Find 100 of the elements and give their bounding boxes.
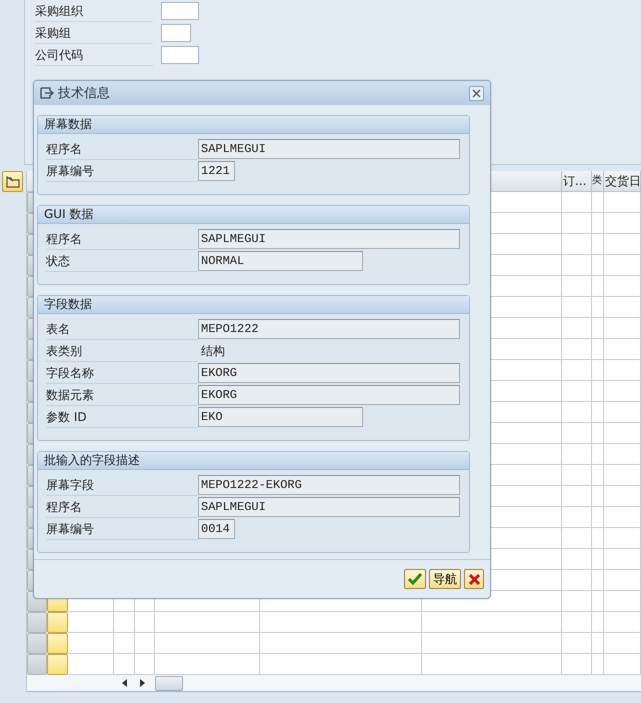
table-cell: [562, 423, 592, 444]
folder-icon: [6, 176, 20, 188]
field-label: 公司代码: [35, 44, 153, 66]
table-cell: [562, 255, 592, 276]
table-cell: [604, 570, 641, 591]
table-cell: [562, 192, 592, 213]
table-cell: [604, 507, 641, 528]
input-field[interactable]: [161, 46, 199, 64]
field-label: 采购组织: [35, 0, 153, 22]
table-cell: [592, 192, 604, 213]
table-cell: [604, 486, 641, 507]
table-cell: [604, 213, 641, 234]
input-field[interactable]: [161, 2, 199, 20]
table-cell: [604, 339, 641, 360]
table-cell: [562, 234, 592, 255]
table-cell: [135, 612, 155, 633]
close-icon: [472, 88, 481, 98]
input-field[interactable]: EKORG: [198, 385, 460, 405]
table-cell: [592, 612, 604, 633]
table-cell: [562, 570, 592, 591]
table-cell: [604, 633, 641, 654]
table-cell: [592, 486, 604, 507]
input-field[interactable]: 0014: [198, 519, 235, 539]
table-cell: [562, 633, 592, 654]
table-cell: [562, 297, 592, 318]
table-cell: [592, 276, 604, 297]
table-cell: [114, 633, 135, 654]
table-cell: [592, 465, 604, 486]
table-cell: [562, 591, 592, 612]
input-field[interactable]: [161, 24, 191, 42]
field-value: 结构: [200, 342, 225, 360]
table-cell: [592, 570, 604, 591]
table-cell: [604, 444, 641, 465]
table-cell: [604, 192, 641, 213]
input-field[interactable]: SAPLMEGUI: [198, 229, 460, 249]
right-arrow-icon: [140, 679, 144, 687]
table-cell: [592, 444, 604, 465]
table-cell: [562, 465, 592, 486]
input-field[interactable]: SAPLMEGUI: [198, 139, 460, 159]
table-cell: [68, 612, 114, 633]
folder-button[interactable]: [2, 171, 23, 192]
row-selector[interactable]: [27, 633, 47, 654]
table-cell: [562, 213, 592, 234]
row-selector[interactable]: [27, 612, 47, 633]
dialog-title: 技术信息: [58, 85, 111, 102]
table-cell: [562, 507, 592, 528]
input-field[interactable]: 1221: [198, 161, 235, 181]
table-cell: [562, 612, 592, 633]
table-cell: [592, 633, 604, 654]
table-cell: [592, 549, 604, 570]
input-field[interactable]: MEPO1222: [198, 319, 460, 339]
table-cell: [604, 528, 641, 549]
field-label: 表类别: [46, 340, 198, 362]
scrollbar-thumb[interactable]: [155, 676, 183, 690]
table-cell: [604, 465, 641, 486]
group-title: 批输入的字段描述: [38, 452, 469, 470]
group-title: 屏幕数据: [38, 116, 469, 134]
input-field[interactable]: EKO: [198, 407, 363, 427]
table-cell: [562, 528, 592, 549]
table-cell[interactable]: [47, 612, 68, 633]
table-cell: [592, 255, 604, 276]
table-cell: [604, 549, 641, 570]
table-cell[interactable]: [47, 633, 68, 654]
table-cell: [592, 423, 604, 444]
table-cell: [68, 633, 114, 654]
close-button[interactable]: [469, 86, 484, 100]
scroll-right-button[interactable]: [137, 676, 147, 690]
row-selector[interactable]: [27, 654, 47, 675]
column-header[interactable]: 类: [592, 171, 604, 192]
column-header[interactable]: 订...: [562, 171, 592, 192]
check-icon: [408, 573, 422, 585]
table-cell: [562, 381, 592, 402]
input-field[interactable]: SAPLMEGUI: [198, 497, 460, 517]
table-cell: [592, 591, 604, 612]
group-title: 字段数据: [38, 296, 469, 314]
table-cell: [562, 339, 592, 360]
table-cell: [562, 486, 592, 507]
table-cell[interactable]: [47, 654, 68, 675]
table-cell: [135, 633, 155, 654]
window-icon: [40, 87, 54, 99]
navigation-button[interactable]: 导航: [429, 569, 461, 589]
left-arrow-icon: [122, 679, 126, 687]
confirm-button[interactable]: [404, 569, 426, 589]
input-field[interactable]: NORMAL: [198, 251, 363, 271]
table-cell: [592, 402, 604, 423]
input-field[interactable]: MEPO1222-EKORG: [198, 475, 460, 495]
table-cell: [604, 360, 641, 381]
table-cell: [562, 318, 592, 339]
table-cell: [604, 234, 641, 255]
table-cell: [604, 276, 641, 297]
input-field[interactable]: EKORG: [198, 363, 460, 383]
cancel-button[interactable]: [464, 569, 484, 589]
table-cell: [592, 297, 604, 318]
table-cell: [562, 549, 592, 570]
table-cell: [562, 402, 592, 423]
table-cell: [562, 276, 592, 297]
group-title: GUI 数据: [38, 206, 469, 224]
table-cell: [604, 423, 641, 444]
table-cell: [592, 213, 604, 234]
column-header[interactable]: 交货日: [604, 171, 641, 192]
